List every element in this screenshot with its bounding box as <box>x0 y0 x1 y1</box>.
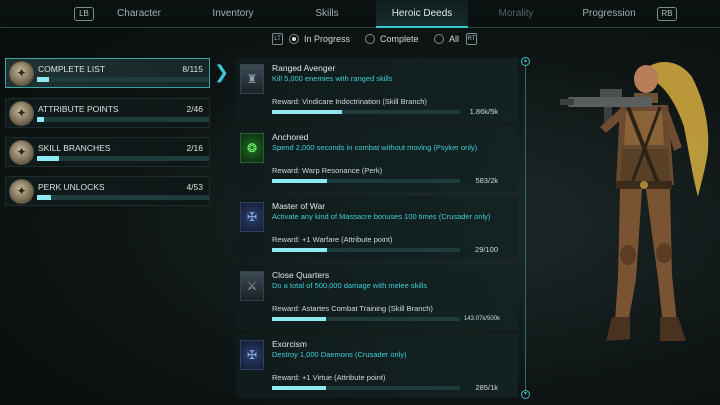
category-label: COMPLETE LIST <box>38 64 106 74</box>
category-progress-bar <box>37 77 209 82</box>
deed-progress-bar <box>272 179 460 183</box>
aquila-emblem-icon: ✦ <box>9 61 34 86</box>
category-label: SKILL BRANCHES <box>38 143 111 153</box>
tab-progression[interactable]: Progression <box>564 0 654 28</box>
deed-description: Activate any kind of Massacre bonuses 10… <box>272 212 491 221</box>
all-radio[interactable] <box>434 34 444 44</box>
category-attribute-points[interactable]: ✦ ATTRIBUTE POINTS 2/46 <box>5 98 210 128</box>
category-progress-bar <box>37 195 209 200</box>
deed-reward: Reward: Astartes Combat Training (Skill … <box>272 304 433 313</box>
chevron-right-icon: ❯ <box>214 62 230 82</box>
deed-title: Close Quarters <box>272 270 330 280</box>
deed-description: Spend 2,000 seconds in combat without mo… <box>272 143 478 152</box>
aquila-emblem-icon: ✦ <box>9 140 34 165</box>
deed-progress-value: 583/2k <box>475 176 498 185</box>
filter-row: LT In Progress Complete All RT <box>0 33 720 49</box>
aquila-emblem-icon: ✦ <box>9 179 34 204</box>
tab-character[interactable]: Character <box>90 0 188 28</box>
category-label: PERK UNLOCKS <box>38 182 105 192</box>
warrior-portrait-icon: ♜ <box>240 64 264 94</box>
deed-master-of-war[interactable]: ✠ Master of War Activate any kind of Mas… <box>236 196 518 260</box>
top-navigation-bar: LB Character Inventory Skills Heroic Dee… <box>0 0 720 28</box>
lt-button-hint[interactable]: LT <box>272 33 283 45</box>
deed-progress-bar <box>272 110 460 114</box>
category-progress-bar <box>37 156 209 161</box>
deed-progress-bar <box>272 386 460 390</box>
scroll-down-icon[interactable]: ▾ <box>521 390 530 399</box>
scroll-up-icon[interactable]: ▴ <box>521 57 530 66</box>
category-label: ATTRIBUTE POINTS <box>38 104 119 114</box>
deed-description: Kill 5,000 enemies with ranged skills <box>272 74 393 83</box>
deed-progress-value: 285/1k <box>475 383 498 392</box>
character-model <box>560 62 709 341</box>
category-count: 8/115 <box>182 64 203 74</box>
deed-anchored[interactable]: ❂ Anchored Spend 2,000 seconds in combat… <box>236 127 518 191</box>
deed-progress-bar <box>272 317 460 321</box>
aquila-emblem-icon: ✦ <box>9 101 34 126</box>
deed-description: Do a total of 500,000 damage with melee … <box>272 281 428 290</box>
deed-reward: Reward: Vindicare Indoctrination (Skill … <box>272 97 427 106</box>
tab-morality[interactable]: Morality <box>468 0 564 28</box>
deed-progress-value: 29/100 <box>475 245 498 254</box>
deed-progress-bar <box>272 248 460 252</box>
tab-inventory[interactable]: Inventory <box>188 0 278 28</box>
deed-title: Anchored <box>272 132 309 142</box>
deed-close-quarters[interactable]: ⚔ Close Quarters Do a total of 500,000 d… <box>236 265 518 329</box>
category-progress-bar <box>37 117 209 122</box>
in-progress-label[interactable]: In Progress <box>304 34 350 44</box>
melee-crest-icon: ⚔ <box>240 271 264 301</box>
deed-title: Exorcism <box>272 339 307 349</box>
deed-exorcism[interactable]: ✠ Exorcism Destroy 1,000 Daemons (Crusad… <box>236 334 518 398</box>
deed-reward: Reward: Warp Resonance (Perk) <box>272 166 383 175</box>
exorcism-emblem-icon: ✠ <box>240 340 264 370</box>
category-perk-unlocks[interactable]: ✦ PERK UNLOCKS 4/53 <box>5 176 210 206</box>
deed-ranged-avenger[interactable]: ♜ Ranged Avenger Kill 5,000 enemies with… <box>236 58 518 122</box>
category-count: 4/53 <box>186 182 203 192</box>
category-complete-list[interactable]: ✦ COMPLETE LIST 8/115 <box>5 58 210 88</box>
category-count: 2/16 <box>186 143 203 153</box>
rb-button-hint[interactable]: RB <box>657 7 677 21</box>
complete-radio[interactable] <box>365 34 375 44</box>
in-progress-radio[interactable] <box>289 34 299 44</box>
tab-skills[interactable]: Skills <box>278 0 376 28</box>
tab-heroic-deeds[interactable]: Heroic Deeds <box>376 0 468 28</box>
deed-description: Destroy 1,000 Daemons (Crusader only) <box>272 350 407 359</box>
deeds-scrollbar[interactable] <box>525 62 526 393</box>
rt-button-hint[interactable]: RT <box>466 33 477 45</box>
psyker-rune-icon: ❂ <box>240 133 264 163</box>
complete-label[interactable]: Complete <box>380 34 419 44</box>
deed-title: Master of War <box>272 201 326 211</box>
deed-reward: Reward: +1 Warfare (Attribute point) <box>272 235 393 244</box>
deed-reward: Reward: +1 Virtue (Attribute point) <box>272 373 386 382</box>
deed-progress-value: 143.07k/500k <box>463 316 500 322</box>
category-count: 2/46 <box>186 104 203 114</box>
deed-progress-value: 1.86k/5k <box>469 107 498 116</box>
crusader-emblem-icon: ✠ <box>240 202 264 232</box>
all-label[interactable]: All <box>449 34 459 44</box>
deed-title: Ranged Avenger <box>272 63 336 73</box>
category-skill-branches[interactable]: ✦ SKILL BRANCHES 2/16 <box>5 137 210 167</box>
